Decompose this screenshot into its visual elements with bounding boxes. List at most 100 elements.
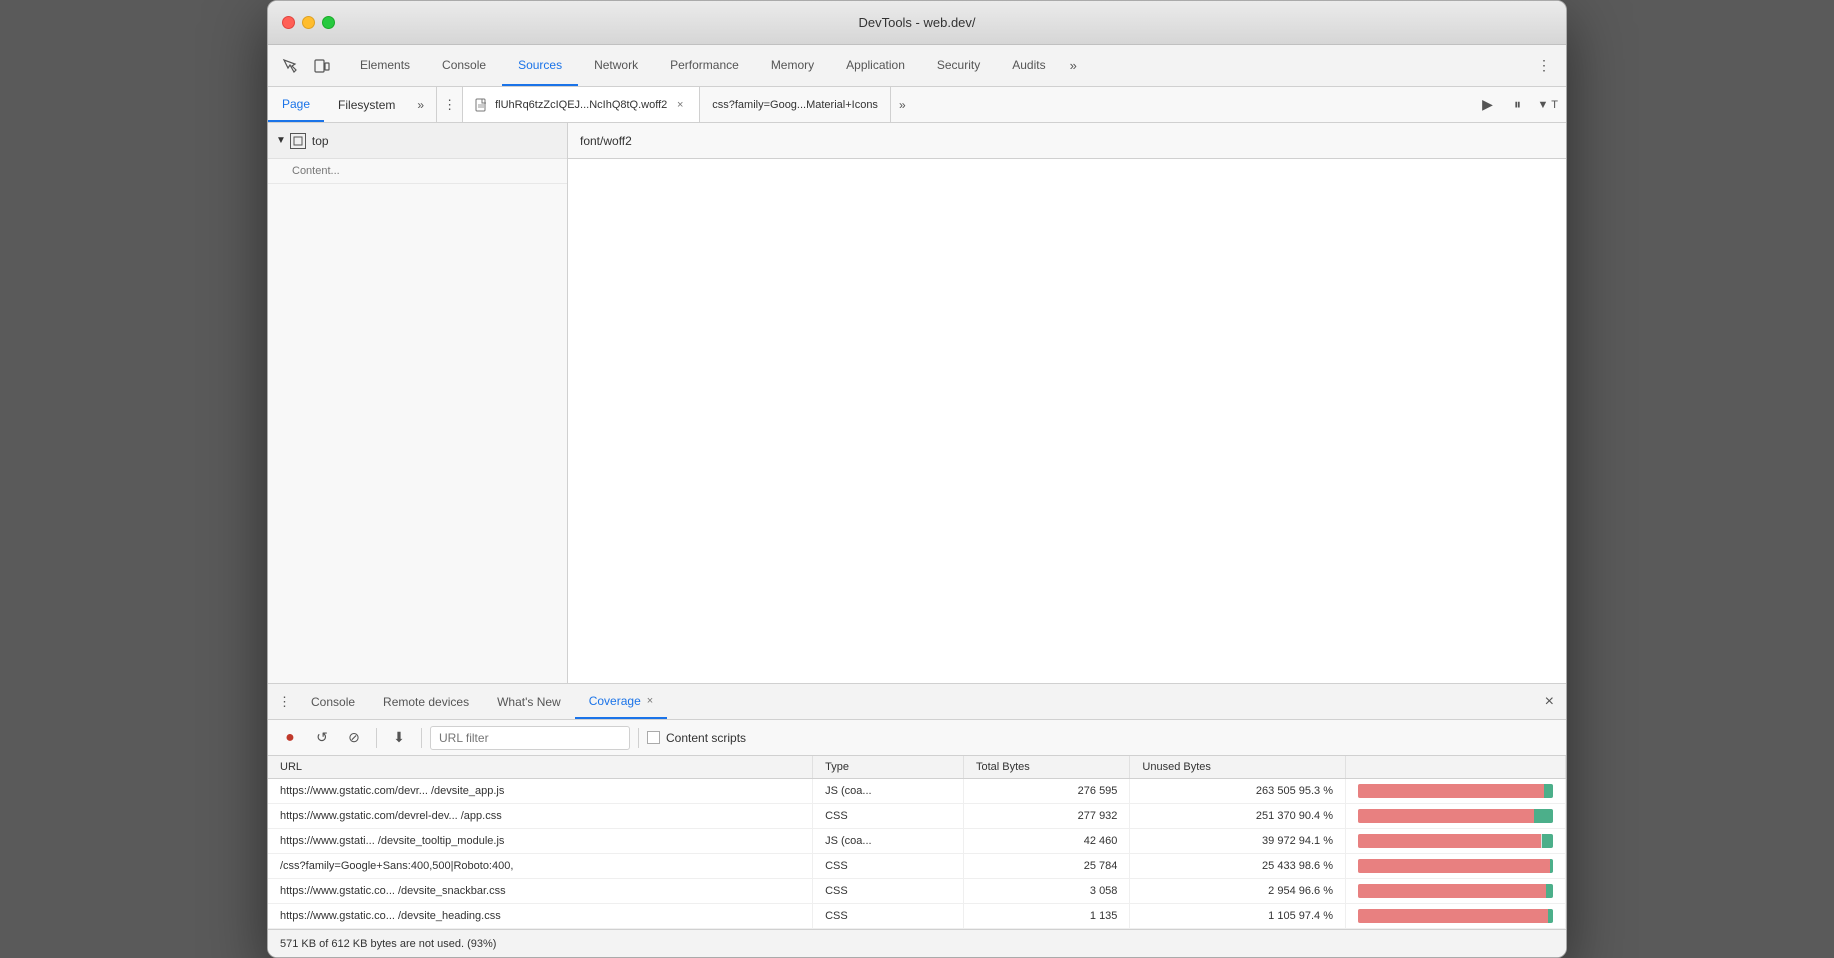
tab-audits[interactable]: Audits <box>996 45 1061 86</box>
devtools-tabs-more[interactable]: » <box>1062 45 1085 86</box>
usage-bar <box>1358 809 1553 823</box>
play-button[interactable]: ▶ <box>1474 91 1502 119</box>
main-content: ▼ top Content... font/woff2 <box>268 123 1566 683</box>
tab-network[interactable]: Network <box>578 45 654 86</box>
cell-total-bytes: 3 058 <box>964 879 1130 904</box>
toolbar-divider <box>376 728 377 748</box>
sources-subtabs-more[interactable]: » <box>409 87 432 122</box>
font-path-bar: font/woff2 <box>568 123 1566 159</box>
drawer-close-button[interactable]: × <box>1537 684 1562 719</box>
tab-memory[interactable]: Memory <box>755 45 830 86</box>
inspect-icon[interactable] <box>276 52 304 80</box>
download-button[interactable]: ⬇ <box>385 724 413 752</box>
refresh-button[interactable]: ↺ <box>308 724 336 752</box>
drawer-toggle[interactable]: ▼ T <box>1534 99 1562 111</box>
tab-application[interactable]: Application <box>830 45 921 86</box>
devtools-menu-icon[interactable]: ⋮ <box>1530 52 1558 80</box>
bar-unused <box>1358 834 1541 848</box>
cell-url: https://www.gstatic.co... /devsite_headi… <box>268 904 813 929</box>
subtab-filesystem[interactable]: Filesystem <box>324 87 409 122</box>
col-header-total-bytes[interactable]: Total Bytes <box>964 756 1130 779</box>
drawer-tab-coverage[interactable]: Coverage × <box>575 684 667 719</box>
cell-url: /css?family=Google+Sans:400,500|Roboto:4… <box>268 854 813 879</box>
cell-url: https://www.gstatic.com/devrel-dev... /a… <box>268 804 813 829</box>
window-title: DevTools - web.dev/ <box>858 15 975 30</box>
toolbar-icons <box>276 52 336 80</box>
file-tab-woff2[interactable]: flUhRq6tzZcIQEJ...NcIhQ8tQ.woff2 × <box>463 87 700 122</box>
left-panel: ▼ top Content... <box>268 123 568 683</box>
cell-unused-bytes: 2 954 96.6 % <box>1130 879 1346 904</box>
bar-unused <box>1358 884 1546 898</box>
bar-used <box>1546 884 1553 898</box>
cell-type: JS (coa... <box>813 829 964 854</box>
table-row[interactable]: /css?family=Google+Sans:400,500|Roboto:4… <box>268 854 1566 879</box>
right-panel: font/woff2 <box>568 123 1566 683</box>
file-content-area <box>568 159 1566 683</box>
cell-total-bytes: 1 135 <box>964 904 1130 929</box>
content-scripts-label[interactable]: Content scripts <box>647 731 746 745</box>
cell-total-bytes: 277 932 <box>964 804 1130 829</box>
cell-bar <box>1346 904 1566 929</box>
col-header-url[interactable]: URL <box>268 756 813 779</box>
bar-unused <box>1358 859 1550 873</box>
minimize-button[interactable] <box>302 16 315 29</box>
drawer-tab-remote-devices[interactable]: Remote devices <box>369 684 483 719</box>
cell-unused-bytes: 251 370 90.4 % <box>1130 804 1346 829</box>
content-scripts-checkbox[interactable] <box>647 731 660 744</box>
sources-context-menu[interactable]: ⋮ <box>437 87 463 122</box>
panel-top-row[interactable]: ▼ top <box>268 123 567 159</box>
maximize-button[interactable] <box>322 16 335 29</box>
cell-unused-bytes: 263 505 95.3 % <box>1130 779 1346 804</box>
drawer-tab-whats-new[interactable]: What's New <box>483 684 575 719</box>
cell-unused-bytes: 25 433 98.6 % <box>1130 854 1346 879</box>
top-label: top <box>312 134 329 148</box>
cell-type: CSS <box>813 854 964 879</box>
table-row[interactable]: https://www.gstati... /devsite_tooltip_m… <box>268 829 1566 854</box>
toolbar-right-icons: ⋮ <box>1530 52 1558 80</box>
toolbar-divider-2 <box>421 728 422 748</box>
subtab-page[interactable]: Page <box>268 87 324 122</box>
cell-total-bytes: 276 595 <box>964 779 1130 804</box>
tab-sources[interactable]: Sources <box>502 45 578 86</box>
table-row[interactable]: https://www.gstatic.com/devr... /devsite… <box>268 779 1566 804</box>
tab-performance[interactable]: Performance <box>654 45 755 86</box>
coverage-tab-close[interactable]: × <box>647 695 653 707</box>
cell-type: CSS <box>813 904 964 929</box>
status-text: 571 KB of 612 KB bytes are not used. (93… <box>280 938 496 950</box>
cell-bar <box>1346 879 1566 904</box>
toolbar-divider-3 <box>638 728 639 748</box>
table-row[interactable]: https://www.gstatic.co... /devsite_snack… <box>268 879 1566 904</box>
usage-bar <box>1358 784 1553 798</box>
tab-security[interactable]: Security <box>921 45 996 86</box>
col-header-type[interactable]: Type <box>813 756 964 779</box>
frame-icon <box>290 133 306 149</box>
coverage-toolbar: ● ↺ ⊘ ⬇ Content scripts <box>268 720 1566 756</box>
file-tab-close[interactable]: × <box>673 98 687 112</box>
file-tab-css[interactable]: css?family=Goog...Material+Icons <box>700 87 891 122</box>
cell-url: https://www.gstati... /devsite_tooltip_m… <box>268 829 813 854</box>
table-header-row: URL Type Total Bytes Unused Bytes <box>268 756 1566 779</box>
bar-used <box>1544 784 1553 798</box>
drawer-more-icon[interactable]: ⋮ <box>272 684 297 719</box>
panel-sub-item[interactable]: Content... <box>268 159 567 184</box>
col-header-unused-bytes[interactable]: Unused Bytes <box>1130 756 1346 779</box>
url-filter-input[interactable] <box>430 726 630 750</box>
tab-elements[interactable]: Elements <box>344 45 426 86</box>
usage-bar <box>1358 884 1553 898</box>
table-row[interactable]: https://www.gstatic.co... /devsite_headi… <box>268 904 1566 929</box>
close-button[interactable] <box>282 16 295 29</box>
drawer-tab-console[interactable]: Console <box>297 684 369 719</box>
record-button[interactable]: ● <box>276 724 304 752</box>
pause-button[interactable]: ⏸ <box>1504 91 1532 119</box>
sources-sub-tabs: Page Filesystem » <box>268 87 437 122</box>
bar-used <box>1550 859 1553 873</box>
table-row[interactable]: https://www.gstatic.com/devrel-dev... /a… <box>268 804 1566 829</box>
stop-button[interactable]: ⊘ <box>340 724 368 752</box>
device-toggle-icon[interactable] <box>308 52 336 80</box>
cell-unused-bytes: 39 972 94.1 % <box>1130 829 1346 854</box>
tab-console[interactable]: Console <box>426 45 502 86</box>
cell-url: https://www.gstatic.com/devr... /devsite… <box>268 779 813 804</box>
drawer-tabs-bar: ⋮ Console Remote devices What's New Cove… <box>268 684 1566 720</box>
file-tabs-more[interactable]: » <box>891 87 914 122</box>
cell-bar <box>1346 829 1566 854</box>
